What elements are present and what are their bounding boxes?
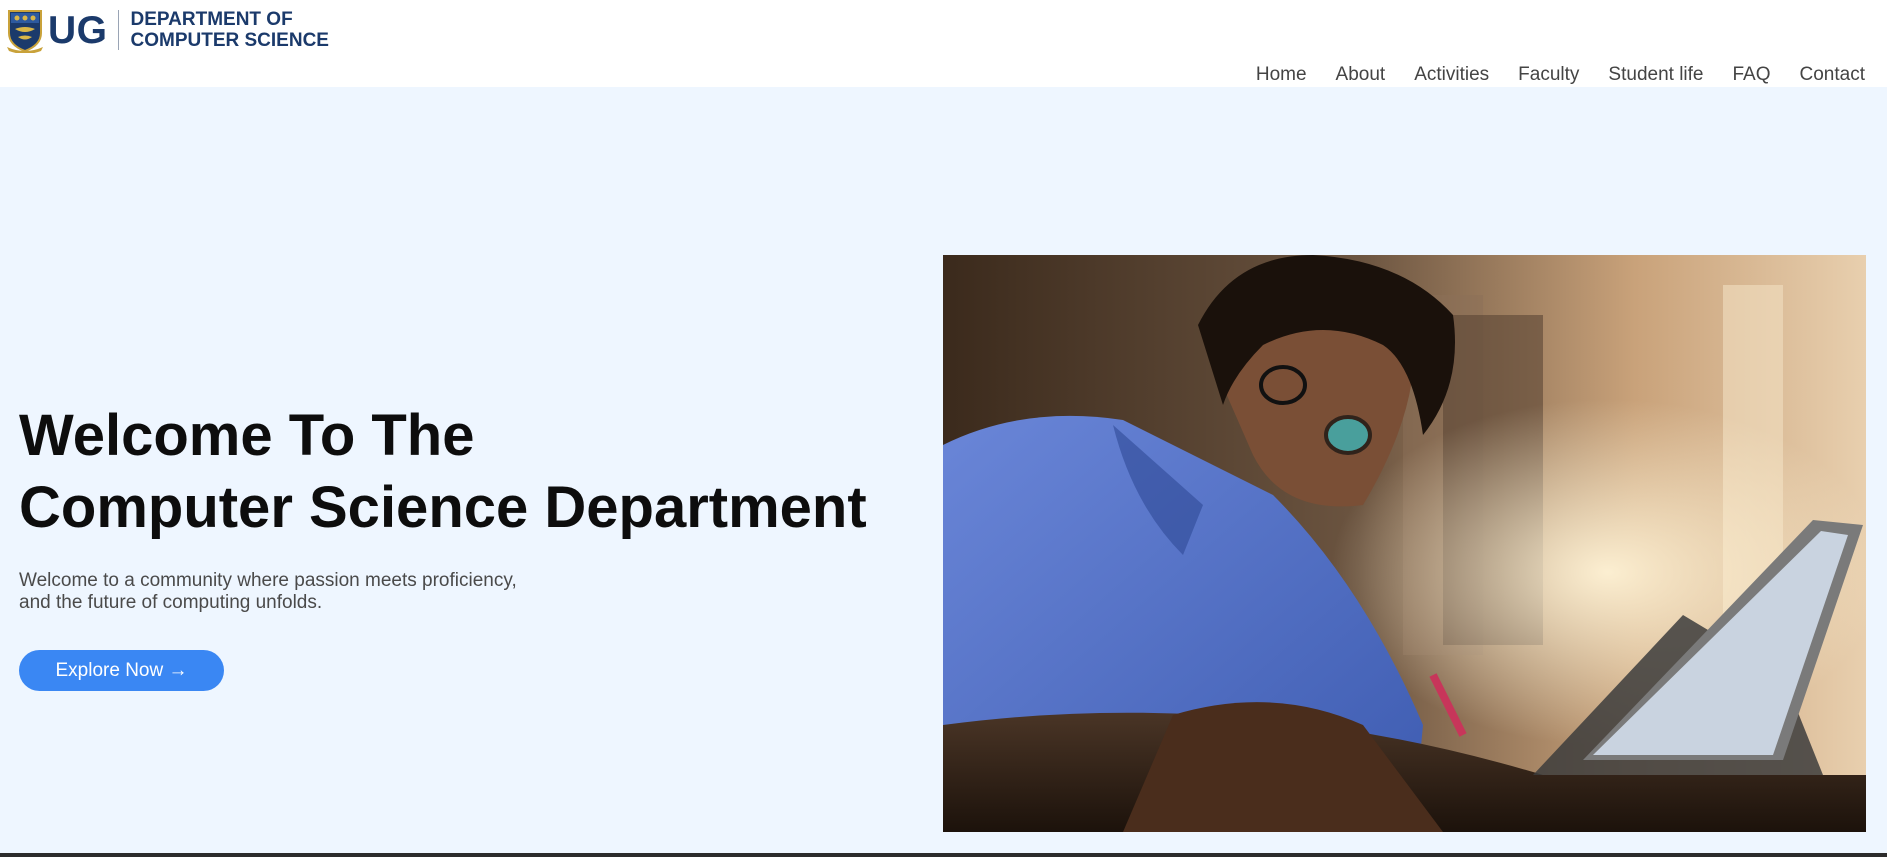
hero-image bbox=[943, 255, 1866, 832]
hero-subtitle-line2: and the future of computing unfolds. bbox=[19, 592, 323, 613]
nav-item-faq[interactable]: FAQ bbox=[1733, 63, 1771, 87]
hero-title-line2: Computer Science Department bbox=[19, 475, 867, 540]
page-bottom-edge bbox=[0, 853, 1887, 857]
nav-item-faculty[interactable]: Faculty bbox=[1518, 63, 1579, 87]
nav-item-about[interactable]: About bbox=[1336, 63, 1386, 87]
main-nav: Home About Activities Faculty Student li… bbox=[1227, 63, 1865, 87]
nav-item-contact[interactable]: Contact bbox=[1800, 63, 1865, 87]
department-name-line1: DEPARTMENT OF bbox=[130, 9, 293, 30]
hero-subtitle-line1: Welcome to a community where passion mee… bbox=[19, 570, 517, 591]
hero-title-line1: Welcome To The bbox=[19, 403, 475, 468]
logo-ug-text: UG bbox=[48, 8, 108, 52]
department-name: DEPARTMENT OF COMPUTER SCIENCE bbox=[131, 9, 329, 51]
site-header: UG DEPARTMENT OF COMPUTER SCIENCE Home A… bbox=[0, 0, 1887, 87]
hero-section: Welcome To The Computer Science Departme… bbox=[0, 87, 1887, 857]
nav-item-student-life[interactable]: Student life bbox=[1608, 63, 1703, 87]
student-at-laptop-photo bbox=[943, 255, 1866, 832]
nav-item-activities[interactable]: Activities bbox=[1414, 63, 1489, 87]
university-crest-icon bbox=[7, 10, 43, 53]
hero-title: Welcome To The Computer Science Departme… bbox=[19, 400, 867, 544]
logo-divider bbox=[117, 10, 119, 50]
site-logo[interactable]: UG DEPARTMENT OF COMPUTER SCIENCE bbox=[6, 6, 329, 54]
explore-now-button[interactable]: Explore Now → bbox=[19, 650, 224, 691]
hero-subtitle: Welcome to a community where passion mee… bbox=[19, 570, 579, 614]
department-name-line2: COMPUTER SCIENCE bbox=[130, 30, 329, 51]
nav-item-home[interactable]: Home bbox=[1256, 63, 1307, 87]
